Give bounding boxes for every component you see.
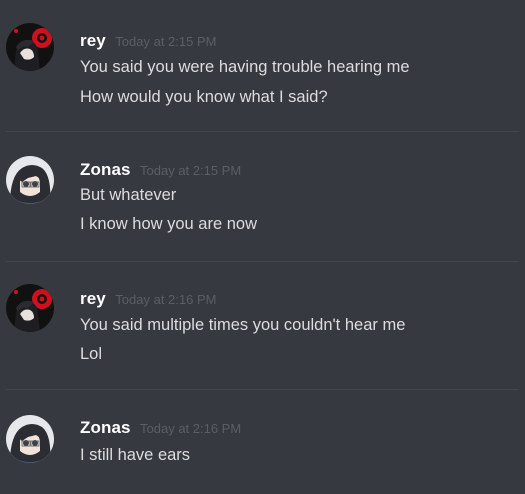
divider — [6, 389, 519, 390]
username[interactable]: Zonas — [80, 160, 131, 179]
timestamp: Today at 2:15 PM — [140, 163, 242, 178]
zonas-avatar-icon — [6, 156, 54, 204]
timestamp: Today at 2:16 PM — [140, 421, 242, 436]
message-line: You said multiple times you couldn't hea… — [80, 316, 406, 334]
zonas-avatar-icon — [6, 415, 54, 463]
rey-avatar-icon — [6, 23, 54, 71]
divider — [6, 261, 519, 262]
chat-messages: rey Today at 2:15 PM You said you were h… — [0, 0, 525, 494]
timestamp: Today at 2:16 PM — [115, 292, 217, 307]
message-line: I know how you are now — [80, 215, 258, 233]
rey-avatar-icon — [6, 284, 54, 332]
message-line: But whatever — [80, 186, 177, 204]
avatar[interactable] — [6, 23, 54, 71]
message-line: Lol — [80, 345, 103, 363]
username[interactable]: rey — [80, 289, 106, 308]
avatar[interactable] — [6, 415, 54, 463]
message-line: You said you were having trouble hearing… — [80, 58, 410, 76]
avatar[interactable] — [6, 156, 54, 204]
message-line: I still have ears — [80, 446, 191, 464]
message-line: How would you know what I said? — [80, 88, 328, 106]
username[interactable]: Zonas — [80, 418, 131, 437]
divider — [6, 131, 519, 132]
avatar[interactable] — [6, 284, 54, 332]
timestamp: Today at 2:15 PM — [115, 34, 217, 49]
username[interactable]: rey — [80, 31, 106, 50]
